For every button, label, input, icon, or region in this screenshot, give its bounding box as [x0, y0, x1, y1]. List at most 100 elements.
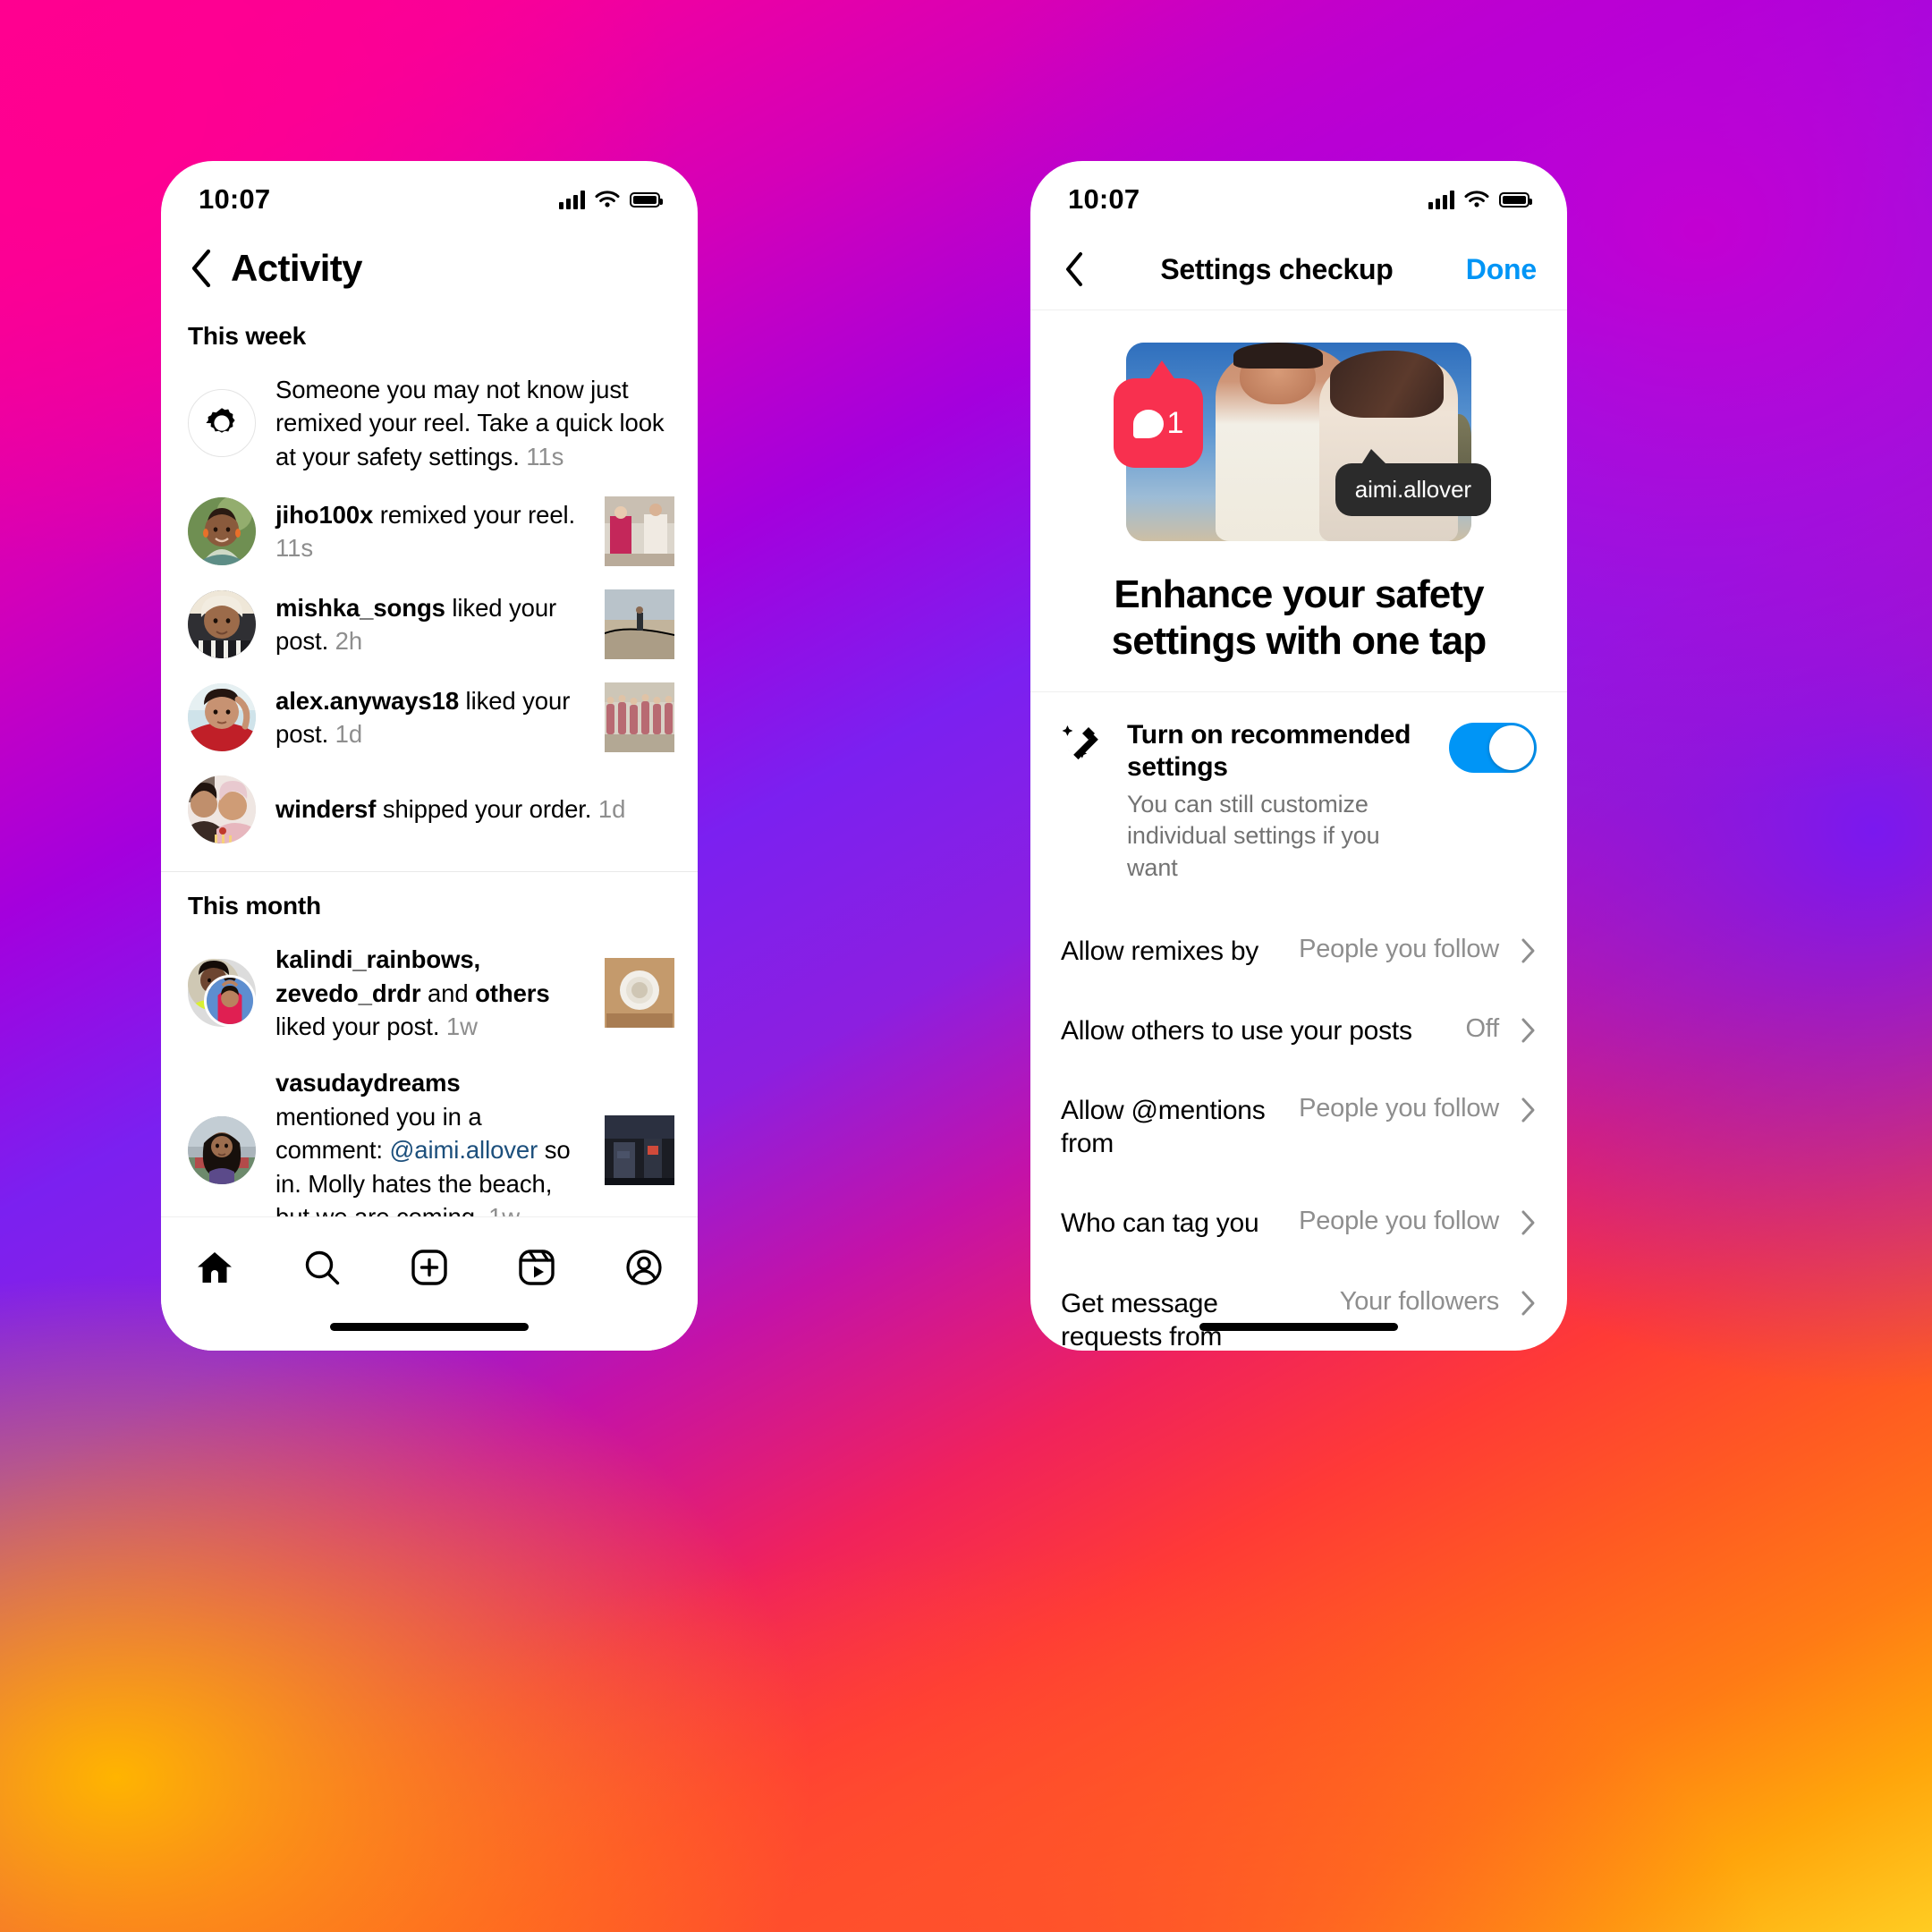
- setting-row-allow-others-use-posts[interactable]: Allow others to use your posts Off: [1030, 991, 1567, 1071]
- battery-icon: [630, 191, 663, 208]
- notif-username[interactable]: vasudaydreams: [275, 1069, 461, 1097]
- setting-row-message-requests[interactable]: Get message requests from Your followers: [1030, 1264, 1567, 1351]
- done-button[interactable]: Done: [1466, 253, 1537, 286]
- setting-label: Get message requests from: [1061, 1288, 1223, 1351]
- setting-value: Off: [1465, 1013, 1499, 1043]
- tab-reels[interactable]: [503, 1241, 571, 1294]
- hero-illustration: 1 aimi.allover: [1030, 310, 1567, 550]
- chevron-right-icon: [1517, 935, 1540, 967]
- wifi-icon: [1464, 190, 1489, 207]
- chevron-right-icon: [1517, 1287, 1540, 1319]
- list-item[interactable]: kalindi_rainbows, zevedo_drdr and others…: [161, 931, 698, 1055]
- recommended-settings-toggle[interactable]: [1449, 722, 1537, 773]
- notif-username[interactable]: mishka_songs: [275, 594, 445, 622]
- setting-label: Allow remixes by: [1061, 936, 1259, 966]
- status-bar-left: 10:07: [161, 161, 698, 225]
- list-item[interactable]: Someone you may not know just remixed yo…: [161, 361, 698, 485]
- list-item[interactable]: windersf shipped your order. 1d: [161, 764, 698, 855]
- status-time: 10:07: [1068, 183, 1140, 215]
- status-time: 10:07: [199, 183, 271, 215]
- setting-row-allow-remixes[interactable]: Allow remixes by People you follow: [1030, 911, 1567, 991]
- notification-text: mishka_songs liked your post. 2h: [275, 591, 585, 658]
- notification-text: alex.anyways18 liked your post. 1d: [275, 684, 585, 751]
- comment-count-badge: 1: [1114, 360, 1203, 468]
- search-icon: [305, 1250, 340, 1285]
- notif-body: remixed your reel.: [373, 500, 576, 529]
- recommended-title: Turn on recommended settings: [1127, 719, 1411, 782]
- tab-home[interactable]: [181, 1241, 249, 1294]
- chevron-right-icon: [1517, 1014, 1540, 1046]
- phone-activity-screen: 10:07 Activity This week Someone you may…: [161, 161, 698, 1351]
- wifi-icon: [595, 190, 620, 207]
- username-tag: aimi.allover: [1335, 449, 1491, 516]
- notification-text: jiho100x remixed your reel. 11s: [275, 498, 585, 565]
- tab-profile[interactable]: [610, 1241, 678, 1294]
- notification-text: vasudaydreams mentioned you in a comment…: [275, 1066, 585, 1233]
- back-button[interactable]: [188, 248, 215, 289]
- phone-settings-checkup-screen: 10:07 Settings checkup Done 1 aimi.allov…: [1030, 161, 1567, 1351]
- bottom-tab-bar: [161, 1216, 698, 1351]
- notif-mention[interactable]: @aimi.allover: [389, 1136, 538, 1164]
- notif-body-2: liked your post.: [275, 1012, 446, 1040]
- notif-username[interactable]: windersf: [275, 795, 376, 823]
- cellular-signal-icon: [559, 190, 585, 209]
- list-item[interactable]: mishka_songs liked your post. 2h: [161, 578, 698, 671]
- home-indicator: [1199, 1323, 1398, 1331]
- reels-icon: [519, 1250, 555, 1285]
- settings-list: Allow remixes by People you follow Allow…: [1030, 911, 1567, 1351]
- activity-header: Activity: [161, 225, 698, 302]
- notif-time: 1w: [445, 1012, 478, 1040]
- jiho100x-avatar[interactable]: [188, 497, 256, 566]
- notif-time: 2h: [335, 627, 363, 656]
- badge-count: 1: [1166, 405, 1184, 440]
- status-bar-right: 10:07: [1030, 161, 1567, 225]
- notif-body: and: [420, 979, 476, 1007]
- vasudaydreams-avatar[interactable]: [188, 1115, 256, 1184]
- tab-search[interactable]: [288, 1241, 356, 1294]
- section-label-this-week: This week: [188, 322, 307, 350]
- post-thumbnail[interactable]: [605, 1114, 674, 1185]
- notification-text: Someone you may not know just remixed yo…: [275, 373, 674, 473]
- back-button[interactable]: [1061, 249, 1088, 290]
- post-thumbnail[interactable]: [605, 589, 674, 660]
- hero-card: 1 aimi.allover: [1114, 343, 1491, 541]
- magic-wand-icon: [1062, 724, 1098, 759]
- notif-time: 1d: [597, 795, 626, 824]
- tab-create[interactable]: [395, 1241, 463, 1294]
- notification-list-this-week: Someone you may not know just remixed yo…: [161, 361, 698, 860]
- setting-row-allow-mentions[interactable]: Allow @mentions from People you follow: [1030, 1071, 1567, 1183]
- notif-time: 11s: [526, 442, 564, 470]
- post-thumbnail[interactable]: [605, 958, 674, 1029]
- setting-label: Allow others to use your posts: [1061, 1015, 1412, 1046]
- list-item[interactable]: alex.anyways18 liked your post. 1d: [161, 671, 698, 764]
- kalindi-rainbows-avatar[interactable]: [188, 959, 256, 1028]
- post-thumbnail[interactable]: [605, 496, 674, 567]
- setting-value: People you follow: [1299, 934, 1499, 963]
- setting-value: Your followers: [1339, 1286, 1499, 1316]
- recommended-copy: Turn on recommended settings You can sti…: [1127, 719, 1429, 885]
- notification-text: windersf shipped your order. 1d: [275, 792, 674, 826]
- post-thumbnail[interactable]: [605, 682, 674, 753]
- notif-username[interactable]: jiho100x: [275, 501, 373, 529]
- notif-time: 1d: [335, 720, 363, 749]
- setting-value: People you follow: [1299, 1207, 1499, 1236]
- setting-label: Allow @mentions from: [1061, 1096, 1266, 1159]
- notif-body: Someone you may not know just remixed yo…: [275, 376, 665, 470]
- chevron-right-icon: [1517, 1094, 1540, 1126]
- notif-username[interactable]: alex.anyways18: [275, 687, 459, 715]
- cellular-signal-icon: [1428, 190, 1454, 209]
- page-title: Activity: [231, 247, 363, 289]
- battery-icon: [1499, 191, 1532, 208]
- status-icons: [1428, 190, 1532, 209]
- list-item[interactable]: jiho100x remixed your reel. 11s: [161, 485, 698, 578]
- notif-time: 11s: [275, 534, 313, 563]
- notif-others[interactable]: others: [475, 979, 550, 1007]
- plus-square-icon: [411, 1250, 447, 1285]
- mishka-songs-avatar[interactable]: [188, 590, 256, 659]
- section-label-this-month: This month: [188, 892, 321, 920]
- hero-headline: Enhance your safety settings with one ta…: [1111, 572, 1487, 663]
- windersf-avatar[interactable]: [188, 775, 256, 844]
- setting-row-who-can-tag-you[interactable]: Who can tag you People you follow: [1030, 1183, 1567, 1263]
- alex-anyways18-avatar[interactable]: [188, 683, 256, 752]
- recommended-settings-row[interactable]: Turn on recommended settings You can sti…: [1030, 692, 1567, 911]
